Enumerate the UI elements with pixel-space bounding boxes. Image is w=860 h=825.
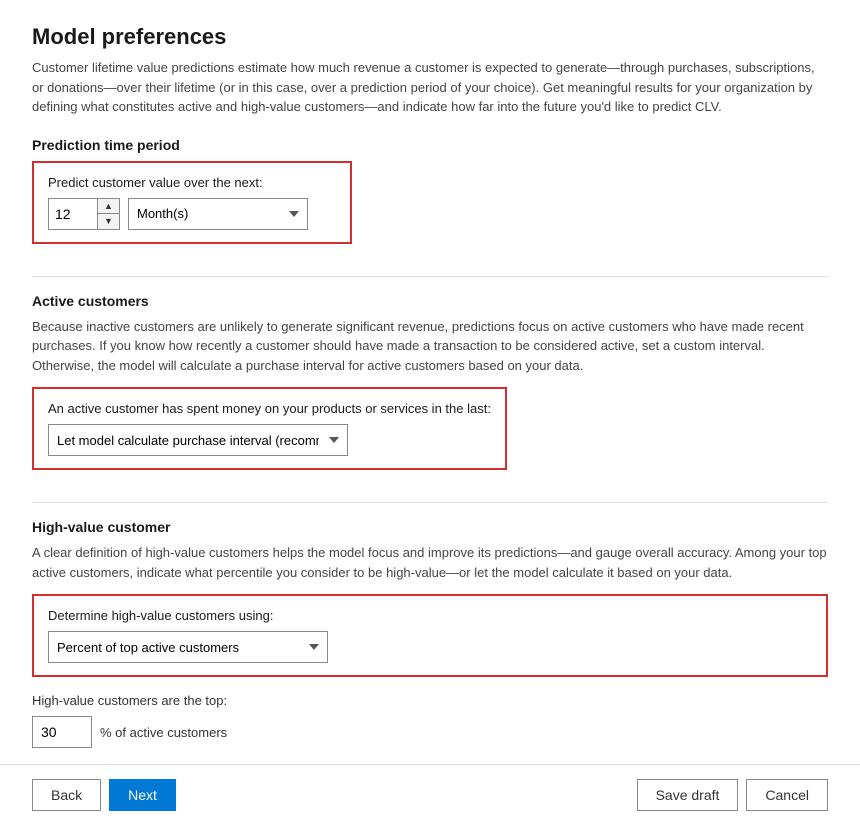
high-value-section-title: High-value customer [32,519,828,535]
prediction-section-title: Prediction time period [32,137,828,153]
spin-down-button[interactable]: ▼ [98,214,119,229]
high-value-box: Determine high-value customers using: Pe… [32,594,828,677]
active-customers-desc: Because inactive customers are unlikely … [32,317,828,376]
save-draft-button[interactable]: Save draft [637,779,739,811]
percent-suffix-label: % of active customers [100,725,227,740]
footer: Back Next Save draft Cancel [0,764,860,825]
high-value-select[interactable]: Percent of top active customers Let mode… [48,631,328,663]
spin-up-button[interactable]: ▲ [98,199,119,215]
spin-buttons: ▲ ▼ [97,199,119,229]
next-button[interactable]: Next [109,779,176,811]
high-value-top-section: High-value customers are the top: % of a… [32,693,828,748]
prediction-box-label: Predict customer value over the next: [48,175,336,190]
prediction-controls: ▲ ▼ Month(s) Week(s) Year(s) [48,198,336,230]
page-title: Model preferences [32,24,828,50]
high-value-desc: A clear definition of high-value custome… [32,543,828,582]
divider-1 [32,276,828,277]
active-customers-section-title: Active customers [32,293,828,309]
interval-select[interactable]: Let model calculate purchase interval (r… [48,424,348,456]
active-customers-box: An active customer has spent money on yo… [32,387,507,470]
cancel-button[interactable]: Cancel [746,779,828,811]
intro-text: Customer lifetime value predictions esti… [32,58,828,117]
high-value-box-label: Determine high-value customers using: [48,608,812,623]
active-customers-box-label: An active customer has spent money on yo… [48,401,491,416]
main-content: Model preferences Customer lifetime valu… [0,0,860,764]
prediction-box: Predict customer value over the next: ▲ … [32,161,352,244]
period-select[interactable]: Month(s) Week(s) Year(s) [128,198,308,230]
footer-left: Back Next [32,779,176,811]
divider-2 [32,502,828,503]
high-value-top-label: High-value customers are the top: [32,693,828,708]
predict-number-input[interactable] [49,199,97,229]
percent-input[interactable] [32,716,92,748]
footer-right: Save draft Cancel [637,779,828,811]
back-button[interactable]: Back [32,779,101,811]
number-input-wrapper[interactable]: ▲ ▼ [48,198,120,230]
high-value-top-row: % of active customers [32,716,828,748]
